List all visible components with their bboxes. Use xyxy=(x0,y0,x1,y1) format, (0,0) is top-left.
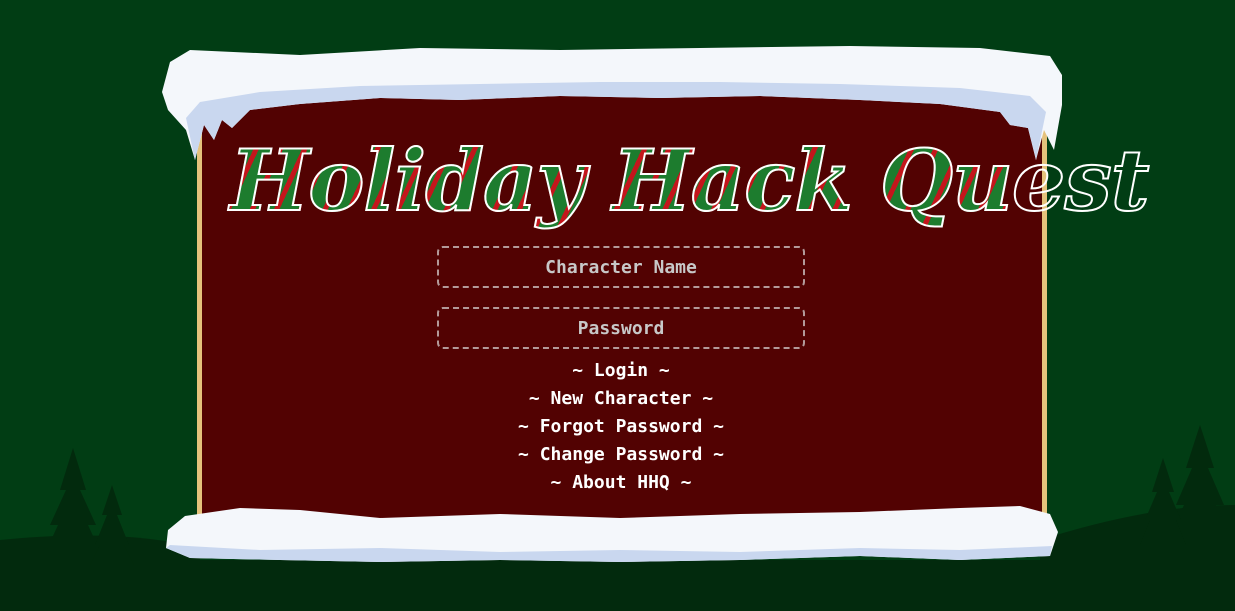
login-link[interactable]: ~ Login ~ xyxy=(437,357,805,385)
new-character-link[interactable]: ~ New Character ~ xyxy=(437,385,805,413)
forgot-password-link[interactable]: ~ Forgot Password ~ xyxy=(437,413,805,441)
main-menu: ~ Login ~ ~ New Character ~ ~ Forgot Pas… xyxy=(437,357,805,497)
password-input[interactable] xyxy=(437,307,805,349)
about-link[interactable]: ~ About HHQ ~ xyxy=(437,469,805,497)
game-title: Holiday Hack Quest xyxy=(229,126,1151,236)
character-name-input[interactable] xyxy=(437,246,805,288)
change-password-link[interactable]: ~ Change Password ~ xyxy=(437,441,805,469)
